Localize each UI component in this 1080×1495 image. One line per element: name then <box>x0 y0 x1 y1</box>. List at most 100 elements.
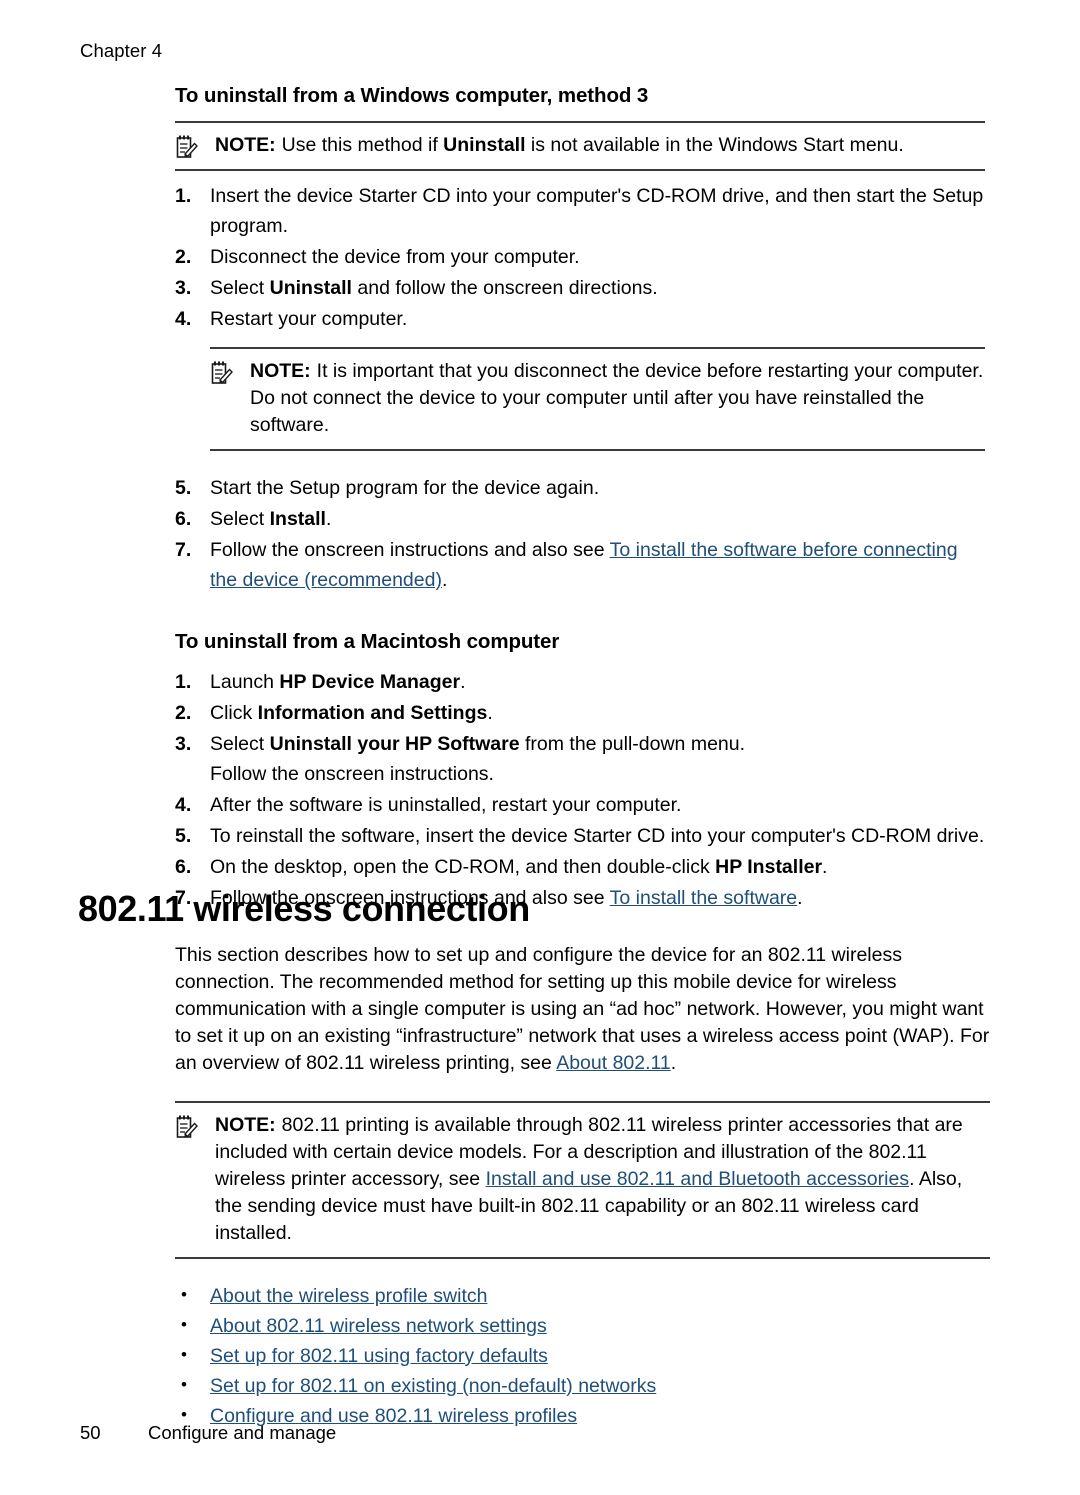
macintosh-steps-list: 1. Launch HP Device Manager. 2. Click Info… <box>175 667 985 913</box>
note-label: NOTE: <box>215 1114 276 1136</box>
step-number: 4. <box>175 308 192 330</box>
step-text-post: . <box>487 702 493 724</box>
page-footer: 50 Configure and manage <box>80 1422 336 1444</box>
step-number: 2. <box>175 702 192 724</box>
cross-reference-link[interactable]: To install the software <box>610 887 798 909</box>
list-item: 1. Insert the device Starter CD into your… <box>175 181 985 241</box>
bullet-icon: • <box>181 1285 187 1304</box>
step-text: Start the Setup program for the device a… <box>210 477 600 499</box>
intro-text-post: . <box>670 1052 677 1074</box>
step-number: 4. <box>175 794 192 816</box>
topic-link[interactable]: About the wireless profile switch <box>210 1285 487 1307</box>
note-block-windows: NOTE: Use this method if Uninstall is not… <box>175 121 985 171</box>
step-text-post: . <box>325 508 332 530</box>
list-item: • About 802.11 wireless network settings <box>175 1311 990 1341</box>
note-block-restart: NOTE: It is important that you disconnect… <box>210 347 985 451</box>
list-item: 3. Select Uninstall your HP Software from… <box>175 729 985 789</box>
step-number: 7. <box>175 539 192 561</box>
list-item: 5. To reinstall the software, insert the … <box>175 821 985 851</box>
chapter-header: Chapter 4 <box>80 40 163 61</box>
list-item: 4. Restart your computer. <box>175 304 985 334</box>
step-bold-term: HP Installer <box>715 856 823 878</box>
bullet-icon: • <box>181 1375 187 1394</box>
list-item: 6. On the desktop, open the CD-ROM, and t… <box>175 852 985 882</box>
step-number: 3. <box>175 277 192 299</box>
note-body-text: It is important that you disconnect the … <box>250 360 984 436</box>
windows-uninstall-heading: To uninstall from a Windows computer, me… <box>175 84 649 107</box>
bullet-icon: • <box>181 1315 187 1334</box>
note-label: NOTE: <box>215 134 276 156</box>
step-text-pre: Click <box>210 702 258 724</box>
step-text: After the software is uninstalled, resta… <box>210 794 682 816</box>
cross-reference-link[interactable]: About 802.11 <box>556 1052 671 1074</box>
page-title: 802.11 wireless connection <box>78 888 530 929</box>
step-bold-term: Uninstall <box>269 277 352 299</box>
list-item: • About the wireless profile switch <box>175 1281 990 1311</box>
step-bold-term: Uninstall your HP Software <box>269 733 520 755</box>
note-text-post: is not available in the Windows Start me… <box>525 134 904 156</box>
step-text: To reinstall the software, insert the de… <box>210 825 985 847</box>
topic-link[interactable]: Set up for 802.11 using factory defaults <box>210 1345 548 1367</box>
step-text-pre: Select <box>210 277 270 299</box>
list-item: • Set up for 802.11 on existing (non-defa… <box>175 1371 990 1401</box>
step-number: 6. <box>175 856 192 878</box>
step-text-post: . <box>460 671 466 693</box>
topic-link[interactable]: Set up for 802.11 on existing (non-defau… <box>210 1375 656 1397</box>
step-text-pre: On the desktop, open the CD-ROM, and the… <box>210 856 716 878</box>
note-label: NOTE: <box>250 360 311 382</box>
footer-section-title: Configure and manage <box>148 1422 337 1443</box>
note-text-pre: Use this method if <box>281 134 444 156</box>
step-number: 2. <box>175 246 192 268</box>
list-item: 1. Launch HP Device Manager. <box>175 667 985 697</box>
step-text-pre: Follow the onscreen instructions and als… <box>210 539 610 561</box>
note-pad-pencil-icon <box>176 1115 198 1138</box>
step-text-post: from the pull-down menu. <box>519 733 746 755</box>
step-text-post: . <box>822 856 828 878</box>
step-text: Disconnect the device from your computer… <box>210 246 580 268</box>
list-item: • Set up for 802.11 using factory default… <box>175 1341 990 1371</box>
step-text-post: and follow the onscreen directions. <box>351 277 658 299</box>
list-item: 4. After the software is uninstalled, res… <box>175 790 985 820</box>
step-number: 1. <box>175 671 192 693</box>
macintosh-uninstall-heading: To uninstall from a Macintosh computer <box>175 630 560 653</box>
windows-steps-list-cont: 5. Start the Setup program for the device… <box>175 473 985 595</box>
list-item: 2. Click Information and Settings. <box>175 698 985 728</box>
note-block-wireless: NOTE: 802.11 printing is available throug… <box>175 1101 990 1259</box>
note-text: NOTE: 802.11 printing is available throug… <box>175 1112 990 1247</box>
list-item: 6. Select Install. <box>175 504 985 534</box>
step-number: 1. <box>175 185 192 207</box>
wireless-intro-paragraph: This section describes how to set up and… <box>175 942 990 1077</box>
step-text-post: . <box>441 569 448 591</box>
step-text-post: . <box>797 887 803 909</box>
step-bold-term: HP Device Manager <box>279 671 461 693</box>
wireless-topic-link-list: • About the wireless profile switch • Abou… <box>175 1281 990 1431</box>
step-text-pre: Select <box>210 733 270 755</box>
cross-reference-link[interactable]: Install and use 802.11 and Bluetooth acc… <box>486 1168 910 1190</box>
list-item: 3. Select Uninstall and follow the onscre… <box>175 273 985 303</box>
note-text: NOTE: Use this method if Uninstall is not… <box>175 132 985 159</box>
step-bold-term: Install <box>269 508 326 530</box>
footer-page-number: 50 <box>80 1422 101 1443</box>
list-item: 5. Start the Setup program for the device… <box>175 473 985 503</box>
note-bold-term: Uninstall <box>443 134 526 156</box>
step-number: 5. <box>175 477 192 499</box>
bullet-icon: • <box>181 1345 187 1364</box>
note-pad-pencil-icon <box>176 135 198 158</box>
topic-link[interactable]: About 802.11 wireless network settings <box>210 1315 547 1337</box>
wireless-section: This section describes how to set up and… <box>175 942 990 1431</box>
step-number: 5. <box>175 825 192 847</box>
step-text-pre: Select <box>210 508 270 530</box>
step-bold-term: Information and Settings <box>257 702 488 724</box>
list-item: 7. Follow the onscreen instructions and a… <box>175 535 985 595</box>
step-number: 6. <box>175 508 192 530</box>
step-text: Restart your computer. <box>210 308 408 330</box>
note-pad-pencil-icon <box>211 361 233 384</box>
content-column: To uninstall from a Windows computer, me… <box>175 84 985 914</box>
list-item: 2. Disconnect the device from your comput… <box>175 242 985 272</box>
step-number: 3. <box>175 733 192 755</box>
